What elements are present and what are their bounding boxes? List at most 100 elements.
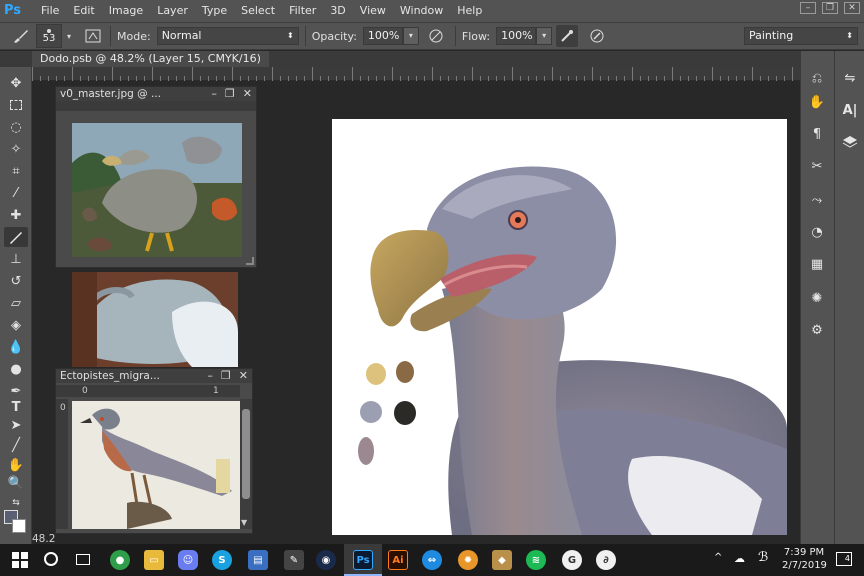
blur-tool-icon[interactable]: 💧 — [4, 337, 28, 357]
path-selection-tool-icon[interactable]: ➤ — [4, 415, 28, 435]
resize-handle-icon[interactable] — [246, 257, 254, 265]
chevron-down-icon[interactable]: ▾ — [62, 25, 76, 47]
actions-panel-icon[interactable]: ✋ — [806, 91, 828, 113]
info-panel-icon[interactable]: ⚙ — [806, 319, 828, 341]
photoshop-taskbar-icon[interactable]: Ps — [353, 550, 373, 570]
tray-chevron-up-icon[interactable]: ^ — [714, 552, 722, 563]
discord-icon[interactable]: ☺ — [178, 550, 198, 570]
skype-icon[interactable]: S — [212, 550, 232, 570]
windows-start-icon[interactable] — [12, 552, 28, 568]
brush-panel-toggle-icon[interactable] — [82, 25, 104, 47]
brush-tool-preset-icon[interactable] — [6, 25, 36, 47]
navigator-panel-icon[interactable]: ✺ — [806, 287, 828, 309]
background-color-swatch[interactable] — [12, 519, 26, 533]
mode-select[interactable]: Normal ⬍ — [156, 27, 299, 45]
adjustments-panel-icon[interactable]: ⇋ — [839, 67, 861, 89]
scroll-down-icon[interactable]: ▼ — [241, 518, 247, 527]
notifications-icon[interactable]: 4 — [836, 552, 852, 566]
restore-icon[interactable]: ❐ — [225, 87, 235, 101]
magic-wand-tool-icon[interactable]: ✧ — [4, 139, 28, 159]
eyedropper-tool-icon[interactable]: ⁄ — [4, 183, 28, 203]
history-panel-icon[interactable]: ⎌ — [806, 67, 828, 89]
workspace-select[interactable]: Painting ⬍ — [744, 27, 858, 45]
task-view-icon[interactable] — [76, 554, 90, 565]
crop-tool-icon[interactable]: ⌗ — [4, 161, 28, 181]
healing-brush-tool-icon[interactable]: ✚ — [4, 205, 28, 225]
flow-input[interactable]: 100% — [496, 27, 537, 45]
onedrive-icon[interactable]: ☁ — [734, 552, 745, 565]
pressure-size-icon[interactable] — [584, 25, 610, 47]
app-icon-2[interactable]: ∂ — [596, 550, 616, 570]
dodge-tool-icon[interactable]: ● — [4, 359, 28, 379]
steam-icon[interactable]: ◉ — [316, 550, 336, 570]
evernote-icon[interactable]: ✎ — [284, 550, 304, 570]
chrome-icon[interactable]: ● — [110, 550, 130, 570]
document-tab[interactable]: Dodo.psb @ 48.2% (Layer 15, CMYK/16) — [32, 51, 269, 67]
window-titlebar[interactable]: Ectopistes_migra... – ❐ ✕ — [56, 369, 252, 383]
move-tool-icon[interactable]: ✥ — [4, 73, 28, 93]
zoom-tool-icon[interactable]: 🔍 — [4, 473, 28, 493]
styles-panel-icon[interactable]: ◔ — [806, 221, 828, 243]
window-titlebar[interactable]: v0_master.jpg @ ... – ❐ ✕ — [56, 87, 256, 101]
photoshop-window: Ps File Edit Image Layer Type Select Fil… — [0, 0, 864, 576]
menu-help[interactable]: Help — [450, 0, 489, 22]
airbrush-icon[interactable] — [556, 25, 579, 47]
vertical-scrollbar[interactable]: ▼ — [240, 399, 252, 529]
app-icon[interactable]: G — [562, 550, 582, 570]
close-icon[interactable]: ✕ — [239, 369, 248, 383]
brush-tool-icon[interactable] — [4, 227, 28, 247]
restore-icon[interactable]: ❐ — [221, 369, 231, 383]
pen-tray-icon[interactable]: ℬ — [758, 550, 768, 565]
paths-panel-icon[interactable]: ⤳ — [806, 189, 828, 211]
paint-bucket-tool-icon[interactable]: ◈ — [4, 315, 28, 335]
paragraph-panel-icon[interactable]: ¶ — [806, 123, 828, 145]
marquee-tool-icon[interactable] — [4, 95, 28, 115]
close-icon[interactable]: ✕ — [243, 87, 252, 101]
menu-file[interactable]: File — [34, 0, 66, 22]
reference-window-master[interactable]: v0_master.jpg @ ... – ❐ ✕ — [55, 86, 257, 268]
menu-edit[interactable]: Edit — [66, 0, 101, 22]
menu-filter[interactable]: Filter — [282, 0, 323, 22]
menu-select[interactable]: Select — [234, 0, 282, 22]
type-tool-icon[interactable]: T — [4, 397, 28, 417]
character-panel-icon[interactable]: A| — [839, 99, 861, 121]
menu-3d[interactable]: 3D — [323, 0, 352, 22]
file-explorer-icon[interactable]: ▭ — [144, 550, 164, 570]
menu-layer[interactable]: Layer — [150, 0, 195, 22]
scrollbar-thumb[interactable] — [242, 409, 250, 499]
menu-window[interactable]: Window — [393, 0, 450, 22]
minimize-icon[interactable]: – — [207, 369, 213, 383]
menu-image[interactable]: Image — [102, 0, 150, 22]
clock[interactable]: 7:39 PM 2/7/2019 — [782, 546, 827, 572]
menu-view[interactable]: View — [353, 0, 393, 22]
spotify-icon[interactable]: ≋ — [526, 550, 546, 570]
line-tool-icon[interactable]: ╱ — [4, 435, 28, 455]
restore-button[interactable]: ❐ — [822, 2, 838, 14]
clone-stamp-tool-icon[interactable]: ⊥ — [4, 249, 28, 269]
opacity-input[interactable]: 100% — [362, 27, 403, 45]
cortana-search-icon[interactable] — [44, 552, 58, 566]
illustrator-taskbar-icon[interactable]: Ai — [388, 550, 408, 570]
minimize-icon[interactable]: – — [211, 87, 217, 101]
reference-window-ectopistes[interactable]: Ectopistes_migra... – ❐ ✕ 0 1 0 ▼ — [55, 368, 253, 534]
eraser-tool-icon[interactable]: ▱ — [4, 293, 28, 313]
layers-panel-icon[interactable] — [839, 131, 861, 153]
menu-type[interactable]: Type — [195, 0, 234, 22]
close-button[interactable]: ✕ — [844, 2, 860, 14]
flow-dropdown-button[interactable]: ▾ — [536, 27, 553, 45]
blender-icon[interactable]: ✹ — [458, 550, 478, 570]
teamviewer-icon[interactable]: ⇔ — [422, 550, 442, 570]
pressure-opacity-icon[interactable] — [423, 25, 449, 47]
lasso-tool-icon[interactable]: ◌ — [4, 117, 28, 137]
swatches-panel-icon[interactable]: ▦ — [806, 253, 828, 275]
history-brush-tool-icon[interactable]: ↺ — [4, 271, 28, 291]
hand-tool-icon[interactable]: ✋ — [4, 455, 28, 475]
document-canvas[interactable] — [332, 119, 787, 535]
minimize-button[interactable]: – — [800, 2, 816, 14]
brush-size-picker[interactable]: 53 — [36, 24, 62, 48]
package-icon[interactable]: ◆ — [492, 550, 512, 570]
tool-presets-icon[interactable]: ✂ — [806, 155, 828, 177]
separator — [454, 26, 456, 46]
notepad-icon[interactable]: ▤ — [248, 550, 268, 570]
opacity-dropdown-button[interactable]: ▾ — [402, 27, 419, 45]
